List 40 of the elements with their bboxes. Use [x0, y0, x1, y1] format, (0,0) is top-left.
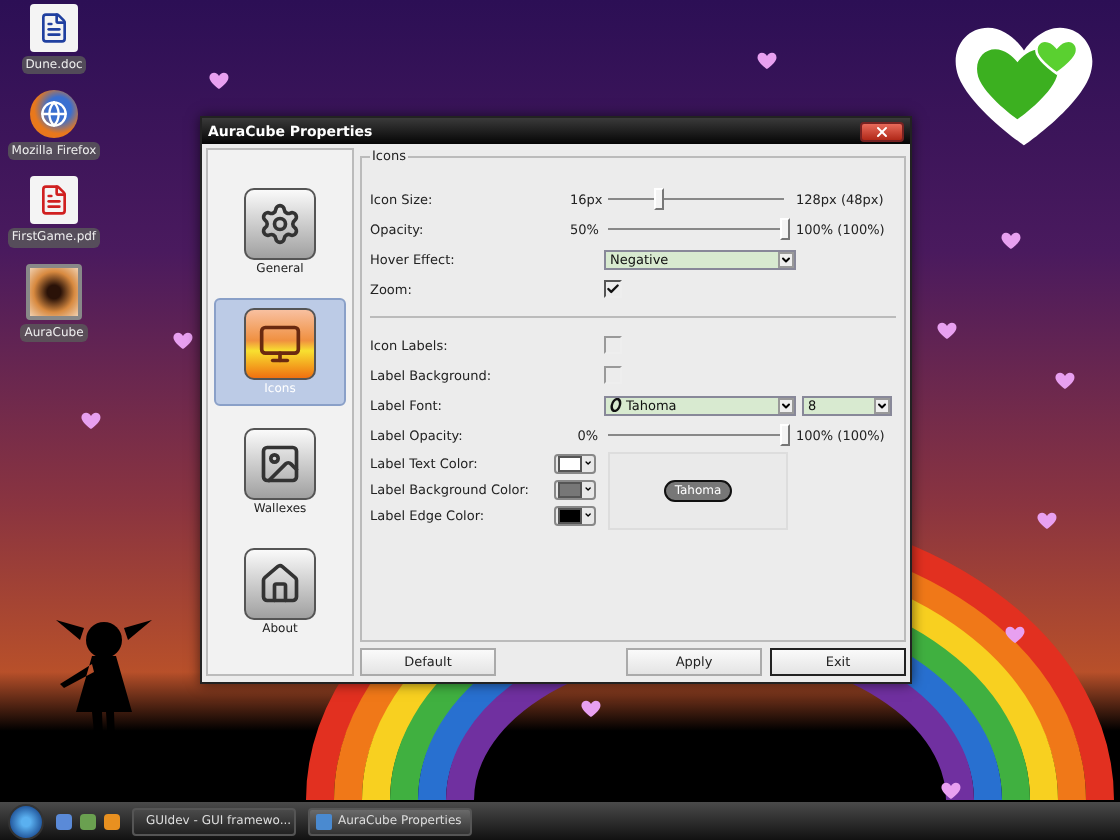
desktop-icon[interactable]	[56, 813, 72, 829]
slider-thumb[interactable]	[780, 218, 790, 240]
slider-thumb[interactable]	[780, 424, 790, 446]
caret-icon	[583, 484, 592, 494]
caret-icon	[874, 397, 890, 413]
caret-icon	[778, 251, 794, 267]
close-button[interactable]	[860, 121, 904, 141]
document-icon[interactable]	[29, 4, 78, 52]
caret-icon	[583, 458, 592, 468]
checkbox[interactable]	[604, 336, 622, 354]
heart-icon	[80, 410, 102, 430]
checkbox[interactable]	[604, 366, 622, 384]
checkbox[interactable]	[604, 280, 622, 298]
gear-icon	[244, 188, 316, 260]
heart-icon	[1036, 510, 1058, 530]
heart-icon	[1054, 370, 1076, 390]
heart-icon	[940, 780, 962, 800]
heart-icon	[172, 330, 194, 350]
picture-icon	[244, 428, 316, 500]
globe-icon[interactable]	[29, 90, 78, 139]
close-icon	[874, 123, 890, 139]
heart-icon	[580, 698, 602, 718]
slider-thumb[interactable]	[653, 188, 664, 210]
heart-icon	[1000, 230, 1022, 250]
monitor-icon	[244, 308, 316, 380]
document-icon[interactable]	[29, 176, 78, 225]
heart-icon	[756, 50, 778, 70]
font-icon	[610, 398, 622, 412]
color-picker[interactable]	[554, 479, 596, 499]
start-button[interactable]	[8, 803, 44, 839]
heart-icon	[208, 70, 230, 90]
heart-icon	[1004, 624, 1026, 644]
color-picker[interactable]	[554, 505, 596, 525]
caret-icon	[583, 510, 592, 520]
caret-icon	[778, 397, 794, 413]
house-icon	[244, 548, 316, 620]
heart-icon	[936, 320, 958, 340]
app-icon[interactable]	[25, 263, 82, 320]
window-icon	[316, 813, 332, 829]
color-picker[interactable]	[554, 453, 596, 473]
